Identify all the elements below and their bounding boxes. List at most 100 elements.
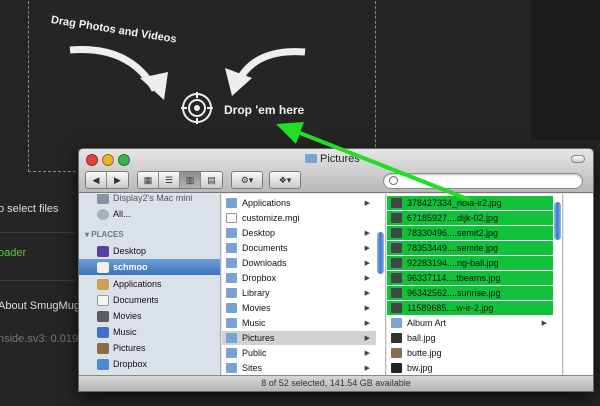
folder-icon [226,333,237,343]
home-icon [97,261,109,273]
finder-window: Pictures ◀ ▶ ▦ ☰ ▥ ▤ ⚙▾ ❖▾ Display2's Ma… [78,148,594,392]
toolbar-toggle-button[interactable] [571,155,585,163]
list-item-selected[interactable]: 96337114....tbeams.jpg [387,271,553,285]
applications-icon [97,278,109,290]
list-item-selected[interactable]: Pictures ▶ [222,331,376,345]
folder-icon [226,273,237,283]
list-item-selected[interactable]: 92283194....ng-ball.jpg [387,256,553,270]
list-item[interactable]: Public ▶ [222,346,376,360]
pictures-icon [97,342,109,354]
list-item[interactable]: Library ▶ [222,286,376,300]
list-item[interactable]: Sites ▶ [222,361,376,375]
list-view-icon[interactable]: ☰ [159,172,180,188]
image-file-icon [391,348,402,358]
image-file-icon [391,363,402,373]
image-file-icon [391,303,402,313]
folder-icon [226,318,237,328]
folder-icon [226,198,237,208]
folder-icon [226,258,237,268]
list-item[interactable]: bw.jpg [387,361,553,375]
folder-icon [226,288,237,298]
action-menu-button[interactable]: ⚙▾ [231,171,263,189]
image-file-icon [391,273,402,283]
network-icon [97,208,109,220]
search-icon [389,176,398,185]
column-view-icon[interactable]: ▥ [180,172,201,188]
back-forward-buttons[interactable]: ◀ ▶ [85,171,129,189]
image-file-icon [391,198,402,208]
list-item[interactable]: Album Art ▶ [387,316,553,330]
divider [0,232,75,233]
sidebar-item-desktop[interactable]: Desktop [79,243,220,259]
finder-titlebar[interactable]: Pictures ◀ ▶ ▦ ☰ ▥ ▤ ⚙▾ ❖▾ [79,149,593,193]
list-item[interactable]: Movies ▶ [222,301,376,315]
list-item[interactable]: Desktop ▶ [222,226,376,240]
status-bar: 8 of 52 selected, 141.54 GB available [79,375,593,391]
close-button[interactable] [86,154,98,166]
list-item-selected[interactable]: 378427334_nola-ir2.jpg [387,196,553,210]
list-item-selected[interactable]: 11589685....w-ir-2.jpg [387,301,553,315]
scrollbar[interactable] [377,232,384,274]
view-mode-buttons[interactable]: ▦ ☰ ▥ ▤ [137,171,223,189]
sidebar-item-movies[interactable]: Movies [79,308,220,324]
image-file-icon [391,258,402,268]
folder-icon [226,228,237,238]
coverflow-view-icon[interactable]: ▤ [201,172,222,188]
movies-icon [97,310,109,322]
list-item[interactable]: Documents ▶ [222,241,376,255]
scrollbar[interactable] [554,202,561,240]
places-header: ▾ PLACES [85,230,124,239]
version-text: nside.sv3: 0.019 [0,333,79,345]
list-item[interactable]: Applications ▶ [222,196,376,210]
dropbox-icon: ❖▾ [278,174,292,185]
folder-icon [391,318,402,328]
list-item[interactable]: butte.jpg [387,346,553,360]
sidebar-item-computer[interactable]: Display2's Mac mini [79,194,220,206]
list-item[interactable]: Dropbox ▶ [222,271,376,285]
file-icon [226,213,237,223]
image-file-icon [391,243,402,253]
forward-arrow-icon[interactable]: ▶ [107,172,128,188]
music-icon [97,326,109,338]
finder-column-pictures: 378427334_nola-ir2.jpg 67185927....dijk-… [387,194,563,377]
sidebar-item-documents[interactable]: Documents [79,292,220,308]
finder-sidebar: Display2's Mac mini All... ▾ PLACES Desk… [79,194,221,377]
documents-icon [97,294,109,306]
sidebar-item-all[interactable]: All... [79,206,220,222]
back-arrow-icon[interactable]: ◀ [86,172,107,188]
sidebar-item-dropbox[interactable]: Dropbox [79,356,220,372]
list-item[interactable]: Music ▶ [222,316,376,330]
finder-column-home: Applications ▶ customize.mgi Desktop ▶ Doc… [222,194,386,377]
computer-icon [97,194,109,204]
image-file-icon [391,213,402,223]
sidebar-item-schmoo[interactable]: schmoo [79,259,220,275]
icon-view-icon[interactable]: ▦ [138,172,159,188]
about-link[interactable]: About SmugMug [0,300,80,312]
gear-icon: ⚙▾ [240,174,254,185]
uploader-right-panel [530,0,600,140]
folder-icon [226,243,237,253]
list-item-selected[interactable]: 78353449....semite.jpg [387,241,553,255]
folder-icon [226,303,237,313]
zoom-button[interactable] [118,154,130,166]
folder-icon [305,154,317,163]
search-field[interactable] [383,173,583,189]
select-files-link[interactable]: o select files [0,203,59,215]
desktop-icon [97,245,109,257]
folder-icon [226,363,237,373]
list-item-selected[interactable]: 67185927....dijk-02.jpg [387,211,553,225]
list-item[interactable]: customize.mgi [222,211,376,225]
sidebar-item-pictures[interactable]: Pictures [79,340,220,356]
list-item[interactable]: ball.jpg [387,331,553,345]
sidebar-item-applications[interactable]: Applications [79,276,220,292]
list-item-selected[interactable]: 96342562....sunrise.jpg [387,286,553,300]
list-item-selected[interactable]: 78330496....semit2.jpg [387,226,553,240]
dropbox-menu-button[interactable]: ❖▾ [269,171,301,189]
dropbox-icon [97,358,109,370]
uploader-link[interactable]: oader [0,247,26,259]
minimize-button[interactable] [102,154,114,166]
target-icon [181,92,213,124]
image-file-icon [391,228,402,238]
list-item[interactable]: Downloads ▶ [222,256,376,270]
sidebar-item-music[interactable]: Music [79,324,220,340]
